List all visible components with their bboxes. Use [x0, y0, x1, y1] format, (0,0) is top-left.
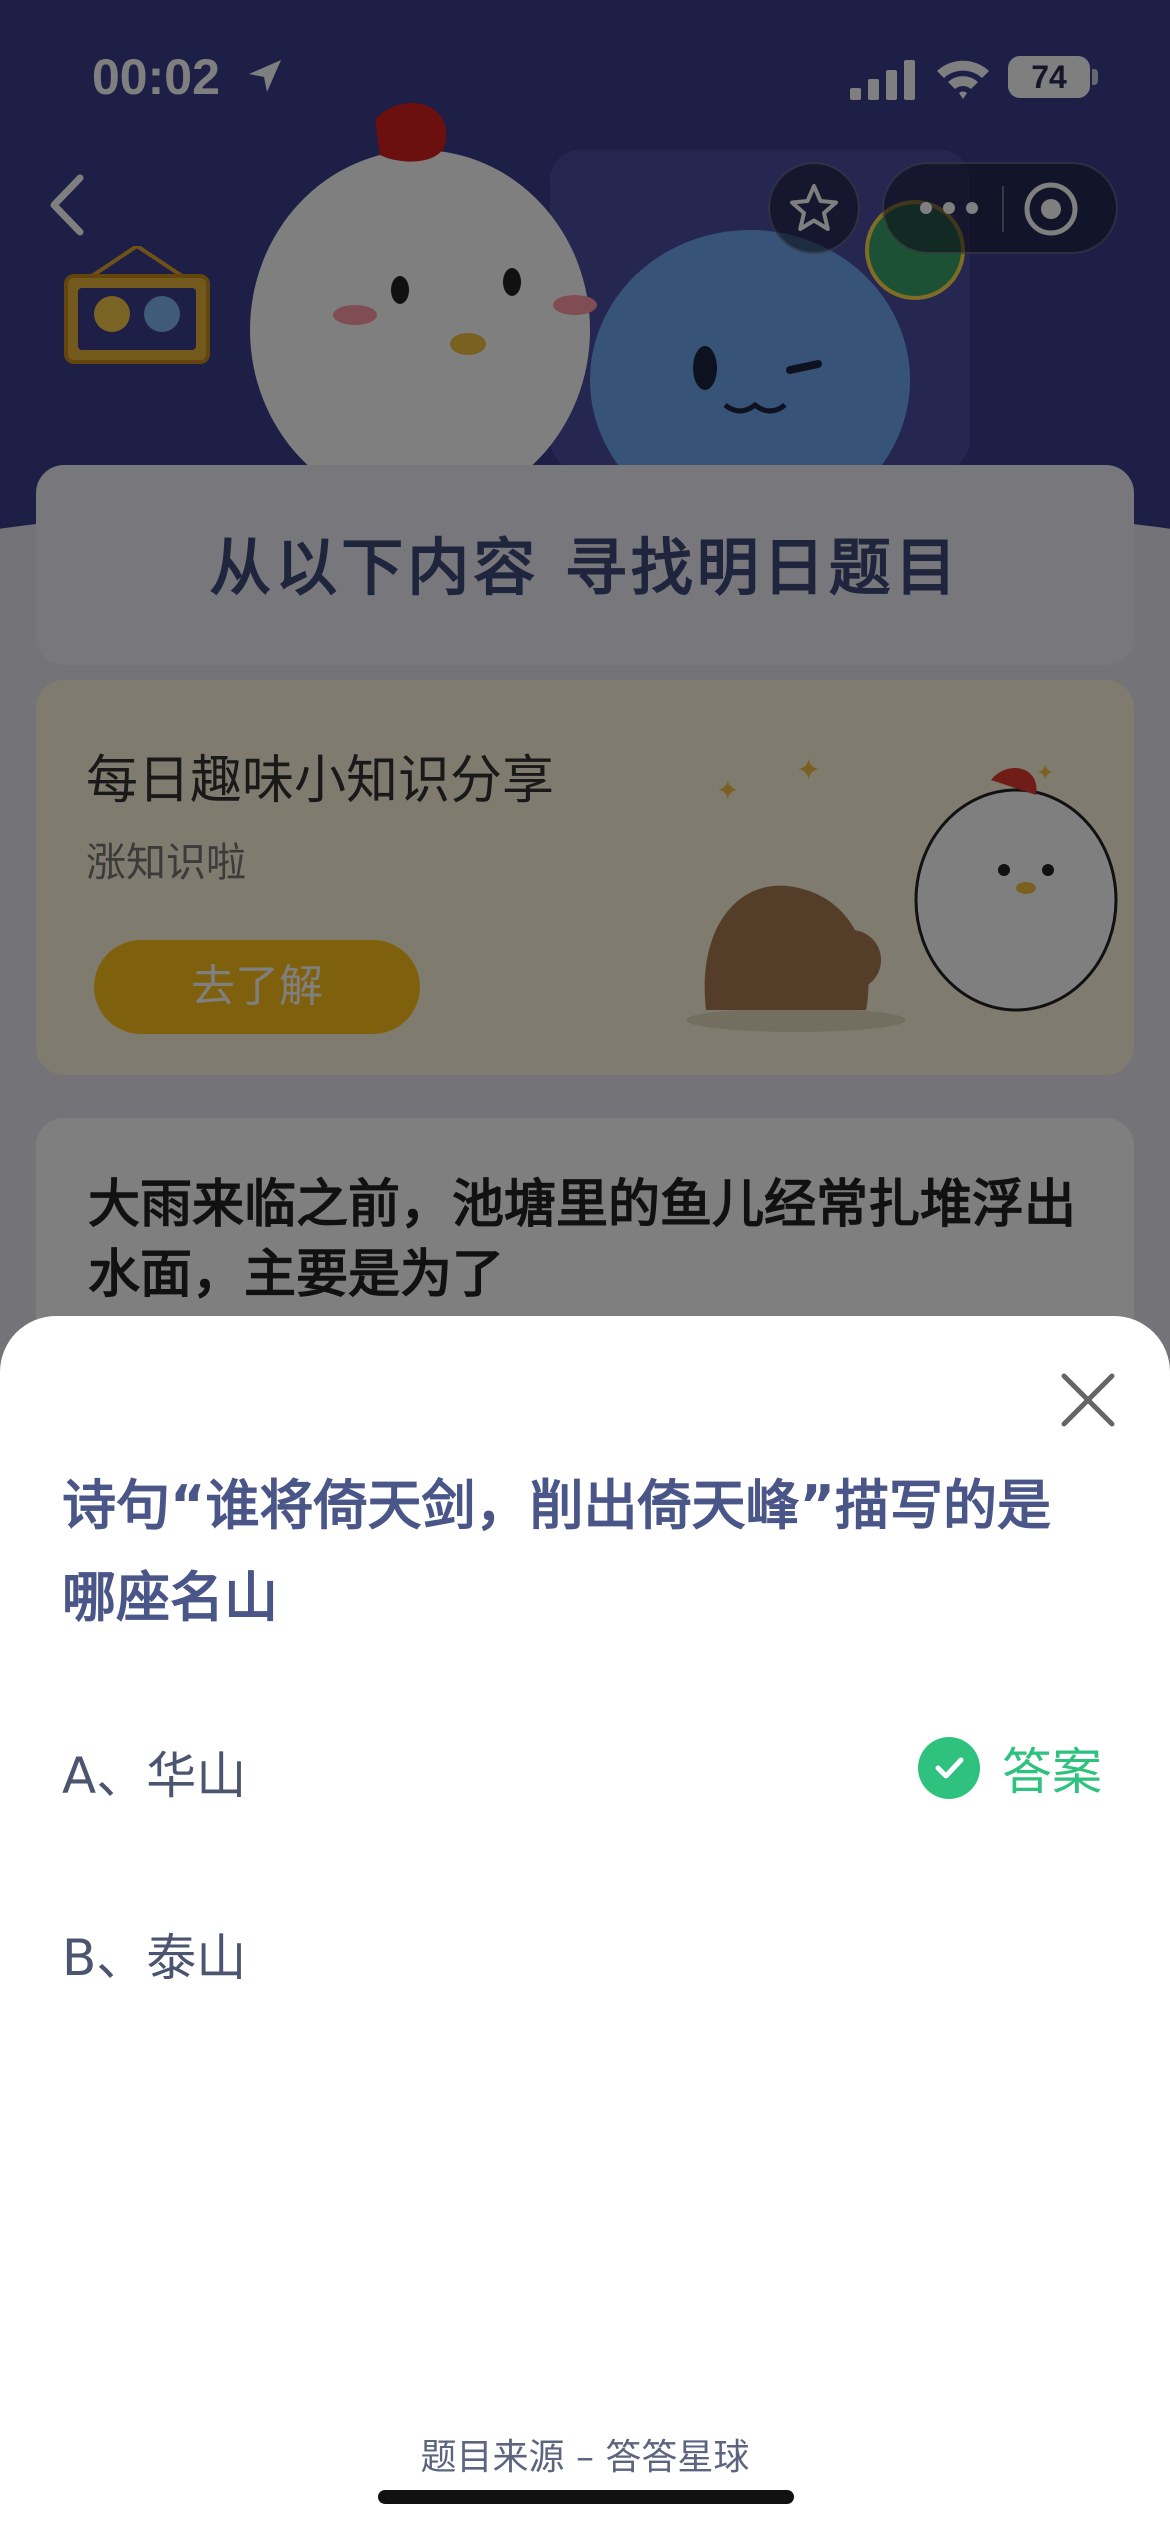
- option-b[interactable]: B、泰山: [62, 1918, 246, 1990]
- close-icon[interactable]: [1058, 1370, 1118, 1430]
- correct-answer-tag: 答案: [918, 1736, 1102, 1801]
- question-text: 诗句“谁将倚天剑，削出倚天峰”描写的是哪座名山: [62, 1474, 1051, 1629]
- check-circle-icon: [918, 1737, 980, 1799]
- answer-label: 答案: [1002, 1743, 1102, 1801]
- option-a[interactable]: A、华山: [62, 1736, 246, 1808]
- home-indicator[interactable]: [378, 2490, 794, 2504]
- question-source: 题目来源 – 答答星球: [420, 2437, 750, 2478]
